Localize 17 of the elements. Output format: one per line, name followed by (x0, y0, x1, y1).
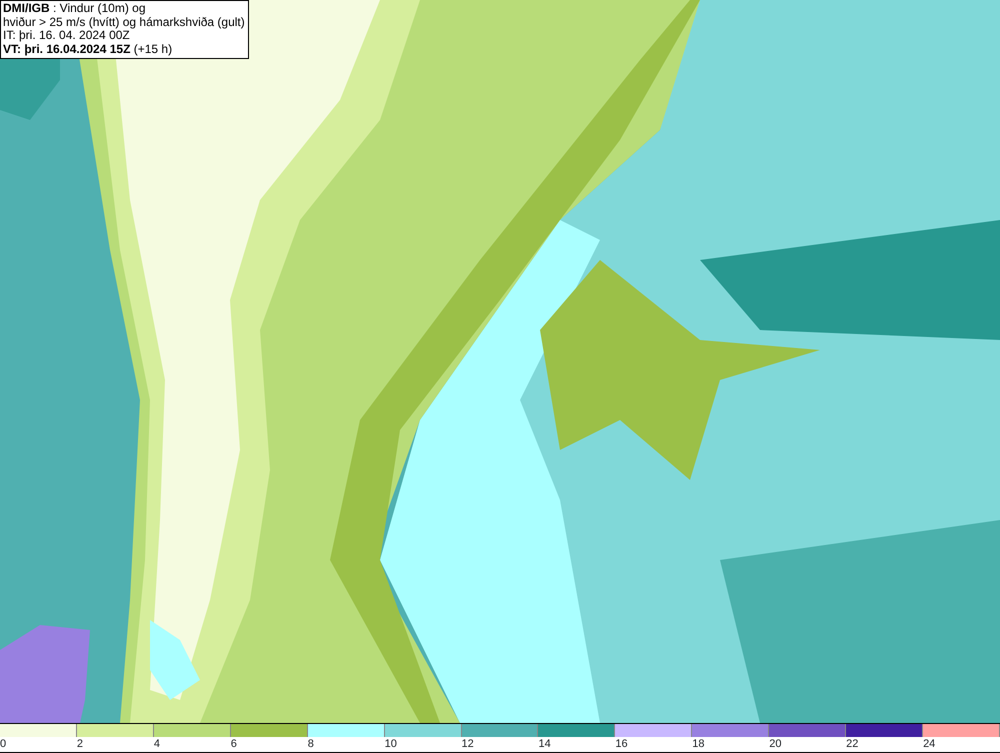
legend-label: 8 (308, 737, 314, 752)
legend-label: 14 (538, 737, 551, 752)
legend-label: 0 (0, 737, 6, 752)
legend-label: 4 (154, 737, 160, 752)
legend-label: 20 (769, 737, 782, 752)
header-text-line: hviður > 25 m/s (hvítt) og hámarkshviða (gult) (3, 16, 245, 29)
legend-label: 16 (615, 737, 628, 752)
legend-label: 22 (846, 737, 858, 752)
header-text-line: DMI/IGB : Vindur (10m) og (3, 2, 146, 16)
header-text-line: VT: þri. 16.04.2024 15Z (+15 h) (3, 42, 174, 56)
legend-label: 2 (76, 737, 84, 752)
legend-label: 24 (923, 737, 936, 752)
header-text-line: IT: þri. 16. 04. 2024 00Z (3, 29, 130, 42)
legend-label: 18 (692, 737, 705, 752)
legend-label: 12 (462, 737, 474, 752)
legend-label: 10 (384, 737, 397, 752)
legend-label: 6 (230, 737, 237, 752)
